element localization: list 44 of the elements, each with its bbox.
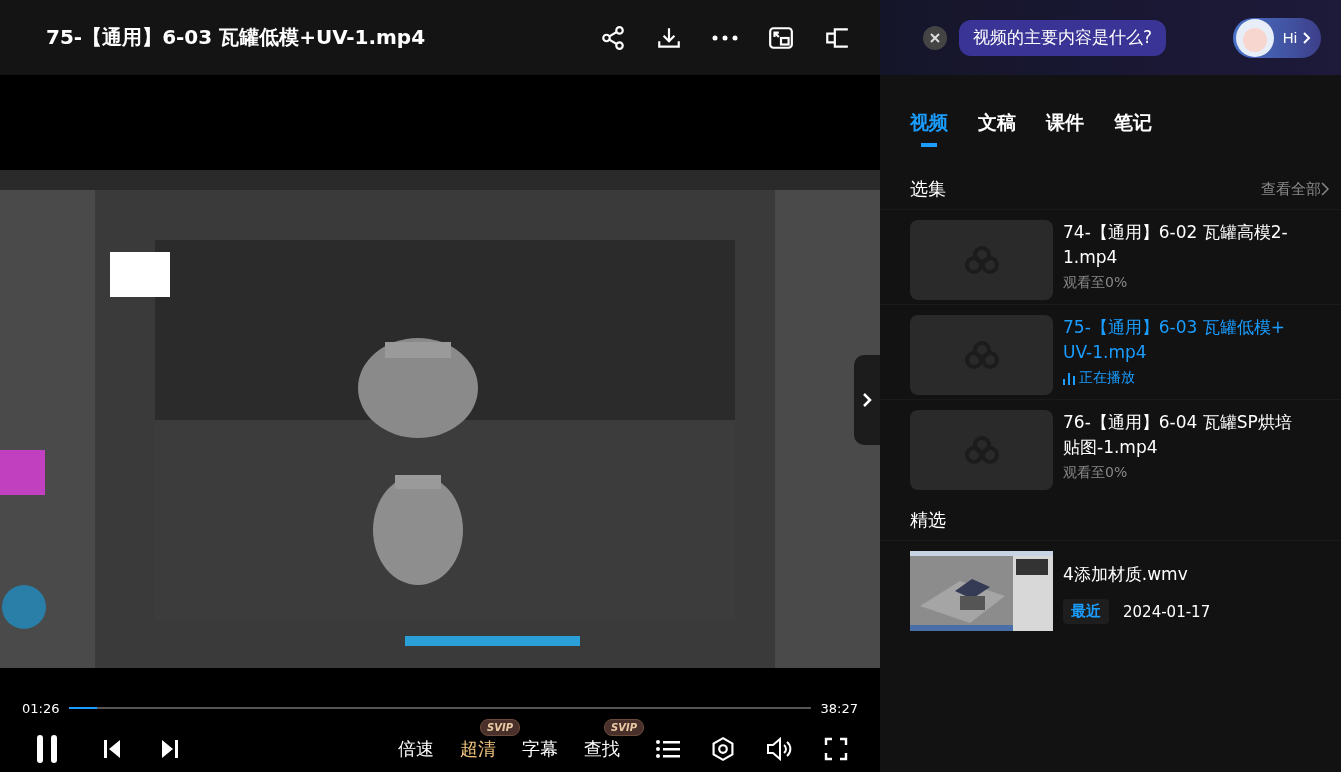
- player-option[interactable]: 字幕: [522, 737, 558, 761]
- player-option[interactable]: 超清: [460, 737, 496, 761]
- share-button[interactable]: [600, 24, 626, 51]
- next-button[interactable]: [160, 739, 180, 759]
- episode-status: 观看至0%: [1063, 274, 1129, 292]
- recent-tag: 最近: [1063, 599, 1109, 624]
- view-all-link[interactable]: 查看全部: [1261, 179, 1329, 199]
- duration-time: 38:27: [820, 700, 858, 716]
- picture-in-picture-button[interactable]: [768, 24, 794, 51]
- pause-button[interactable]: [36, 735, 58, 763]
- svip-badge: SVIP: [604, 719, 644, 736]
- episode-title[interactable]: 74-【通用】6-02 瓦罐高模2-1.mp4: [1063, 220, 1297, 270]
- tab[interactable]: 笔记: [1114, 109, 1152, 147]
- playlist-button[interactable]: [656, 739, 680, 759]
- tab[interactable]: 文稿: [978, 109, 1016, 147]
- suggested-question[interactable]: 视频的主要内容是什么?: [959, 19, 1167, 56]
- previous-button[interactable]: [102, 739, 122, 759]
- featured-title[interactable]: 4添加材质.wmv: [1063, 562, 1297, 587]
- featured-date: 2024-01-17: [1123, 602, 1211, 621]
- volume-button[interactable]: [766, 737, 794, 761]
- episode-title[interactable]: 75-【通用】6-03 瓦罐低模+UV-1.mp4: [1063, 315, 1297, 365]
- more-button[interactable]: [712, 34, 738, 41]
- episode-status: 观看至0%: [1063, 464, 1129, 482]
- episode-title[interactable]: 76-【通用】6-04 瓦罐SP烘培贴图-1.mp4: [1063, 410, 1297, 460]
- collapse-panel-button[interactable]: [854, 355, 880, 445]
- chevron-right-icon: [1321, 182, 1329, 196]
- section-title: 选集: [910, 177, 946, 201]
- settings-button[interactable]: [710, 736, 736, 762]
- player-option[interactable]: 查找: [584, 737, 620, 761]
- svip-badge: SVIP: [480, 719, 520, 736]
- chevron-right-icon: [1303, 31, 1311, 44]
- assistant-button[interactable]: Hi: [1232, 17, 1321, 58]
- chevron-right-icon: [862, 392, 872, 408]
- close-icon: [930, 32, 940, 43]
- fullscreen-button[interactable]: [824, 737, 848, 761]
- tab[interactable]: 视频: [910, 109, 948, 147]
- episode-status: 正在播放: [1063, 369, 1297, 387]
- elapsed-time: 01:26: [22, 700, 60, 716]
- tab[interactable]: 课件: [1046, 109, 1084, 147]
- player-option[interactable]: 倍速: [398, 737, 434, 761]
- video-title: 75-【通用】6-03 瓦罐低模+UV-1.mp4: [46, 24, 427, 51]
- section-title: 精选: [910, 508, 946, 532]
- equalizer-icon: [1063, 371, 1075, 385]
- close-button[interactable]: [923, 25, 947, 50]
